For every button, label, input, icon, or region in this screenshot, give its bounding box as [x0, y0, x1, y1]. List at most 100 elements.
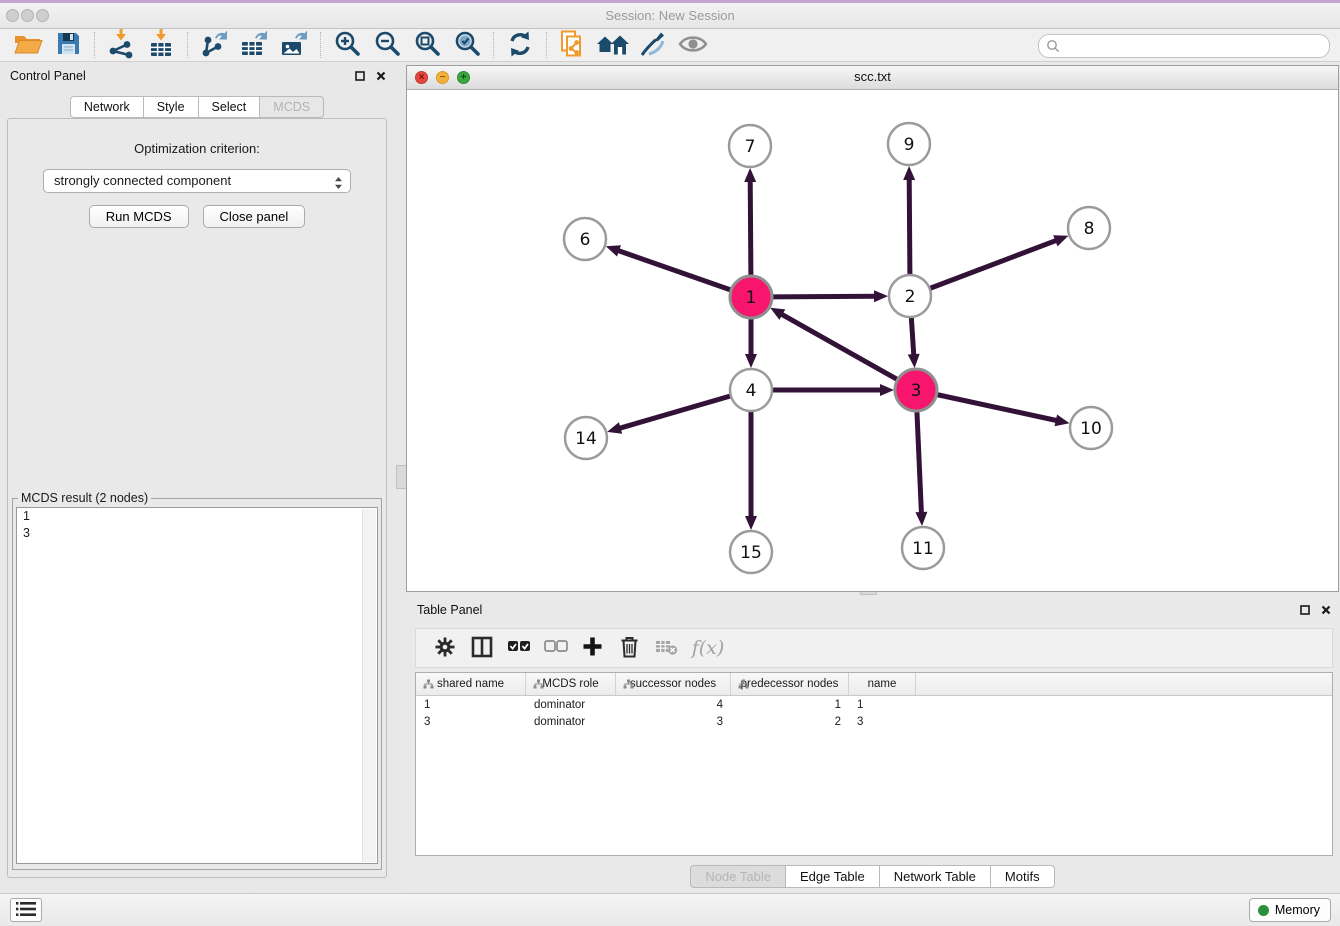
criterion-select[interactable]: strongly connected component: [43, 169, 351, 193]
export-table-button[interactable]: [234, 30, 274, 60]
column-header-shared-name[interactable]: shared name: [416, 673, 526, 695]
control-panel: Control Panel NetworkStyleSelectMCDS Opt…: [0, 62, 394, 894]
node-table-body: 1dominator4113dominator323: [416, 696, 1332, 730]
graph-node-14[interactable]: 14: [565, 417, 607, 459]
graph-node-6[interactable]: 6: [564, 218, 606, 260]
graph-node-15[interactable]: 15: [730, 531, 772, 573]
run-mcds-button[interactable]: Run MCDS: [89, 205, 189, 228]
graph-edge-2-8[interactable]: [930, 240, 1059, 289]
table-settings-button[interactable]: [426, 631, 463, 665]
column-header-predecessor-nodes[interactable]: predecessor nodes: [731, 673, 849, 695]
network-maximize-button[interactable]: +: [457, 71, 470, 84]
table-cell: 3: [849, 716, 916, 728]
result-scrollbar[interactable]: [362, 509, 376, 862]
magnifier-fit-icon: [412, 29, 442, 62]
graph-edge-3-1[interactable]: [780, 313, 898, 380]
graph-edge-3-11[interactable]: [917, 411, 922, 515]
mcds-result-title: MCDS result (2 nodes): [18, 491, 151, 505]
column-label: MCDS role: [542, 678, 598, 690]
tab-select[interactable]: Select: [199, 96, 261, 118]
close-panel-inner-button[interactable]: Close panel: [203, 205, 306, 228]
graph-node-11[interactable]: 11: [902, 527, 944, 569]
close-panel-button[interactable]: [373, 68, 389, 84]
control-panel-header: Control Panel: [0, 62, 394, 90]
apply-style-button[interactable]: [633, 30, 673, 60]
zoom-selected-button[interactable]: [447, 30, 487, 60]
tab-style[interactable]: Style: [144, 96, 199, 118]
add-column-button[interactable]: [574, 631, 611, 665]
graph-edge-1-6[interactable]: [616, 250, 731, 290]
graph-node-3[interactable]: 3: [895, 369, 937, 411]
mcds-result-group: MCDS result (2 nodes) 13: [12, 491, 382, 870]
table-row[interactable]: 1dominator411: [416, 696, 1332, 713]
tab-node-table[interactable]: Node Table: [690, 865, 786, 888]
table-float-button[interactable]: [1297, 602, 1313, 618]
graph-edge-4-14[interactable]: [618, 396, 731, 429]
column-header-name[interactable]: name: [849, 673, 916, 695]
home-button[interactable]: [593, 30, 633, 60]
column-header-mcds-role[interactable]: MCDS role: [526, 673, 616, 695]
memory-button[interactable]: Memory: [1249, 898, 1331, 922]
deselect-all-rows-button[interactable]: [537, 631, 574, 665]
graph-node-4[interactable]: 4: [730, 369, 772, 411]
graph-node-1[interactable]: 1: [730, 276, 772, 318]
table-row[interactable]: 3dominator323: [416, 713, 1332, 730]
zoom-window-button[interactable]: [36, 9, 49, 22]
tab-edge-table[interactable]: Edge Table: [786, 865, 880, 888]
column-label: successor nodes: [630, 678, 716, 690]
tree-icon: [623, 679, 634, 693]
search-input[interactable]: [1065, 36, 1319, 56]
select-all-rows-button[interactable]: [500, 631, 537, 665]
table-cell: 3: [416, 716, 526, 728]
network-from-file-button[interactable]: [553, 30, 593, 60]
import-table-button[interactable]: [141, 30, 181, 60]
open-session-button[interactable]: [8, 30, 48, 60]
zoom-in-button[interactable]: [327, 30, 367, 60]
table-close-button[interactable]: [1318, 602, 1334, 618]
search-icon: [1046, 39, 1060, 58]
refresh-view-button[interactable]: [500, 30, 540, 60]
toolbar-separator: [94, 32, 95, 58]
graph-edge-2-9[interactable]: [909, 177, 910, 275]
memory-label: Memory: [1275, 903, 1320, 917]
tab-network[interactable]: Network: [70, 96, 144, 118]
show-hide-graphics-button[interactable]: [673, 30, 713, 60]
column-header-successor-nodes[interactable]: successor nodes: [616, 673, 731, 695]
delete-column-button[interactable]: [611, 631, 648, 665]
graph-node-8[interactable]: 8: [1068, 207, 1110, 249]
graph-edge-1-2[interactable]: [772, 296, 877, 297]
close-window-button[interactable]: [6, 9, 19, 22]
graph-edge-3-10[interactable]: [937, 395, 1059, 422]
delete-table-button[interactable]: [648, 631, 685, 665]
tab-mcds[interactable]: MCDS: [260, 96, 324, 118]
network-minimize-button[interactable]: −: [436, 71, 449, 84]
graph-edge-arrowhead: [745, 516, 757, 530]
minimize-window-button[interactable]: [21, 9, 34, 22]
network-window-titlebar[interactable]: × − + scc.txt: [407, 66, 1338, 90]
tab-network-table[interactable]: Network Table: [880, 865, 991, 888]
graph-node-2[interactable]: 2: [889, 275, 931, 317]
toolbar-separator: [320, 32, 321, 58]
import-network-button[interactable]: [101, 30, 141, 60]
mcds-tab-content: Optimization criterion: strongly connect…: [7, 118, 387, 878]
graph-node-9[interactable]: 9: [888, 123, 930, 165]
tab-motifs[interactable]: Motifs: [991, 865, 1055, 888]
network-close-button[interactable]: ×: [415, 71, 428, 84]
float-panel-button[interactable]: [352, 68, 368, 84]
zoom-out-button[interactable]: [367, 30, 407, 60]
graph-edge-2-3[interactable]: [911, 317, 914, 357]
network-graph[interactable]: 7 9 6 8 1 2 4 3 14 10 15 11: [407, 89, 1338, 591]
graph-node-7[interactable]: 7: [729, 125, 771, 167]
graph-edge-1-7[interactable]: [750, 179, 751, 276]
float-icon: [355, 71, 365, 81]
graph-node-10[interactable]: 10: [1070, 407, 1112, 449]
save-session-button[interactable]: [48, 30, 88, 60]
zoom-fit-button[interactable]: [407, 30, 447, 60]
column-label: predecessor nodes: [741, 678, 839, 690]
export-network-button[interactable]: [194, 30, 234, 60]
task-history-button[interactable]: [10, 898, 42, 922]
show-column-panel-button[interactable]: [463, 631, 500, 665]
function-builder-button[interactable]: f(x): [685, 631, 731, 665]
mcds-result-list[interactable]: 13: [16, 507, 378, 864]
export-image-button[interactable]: [274, 30, 314, 60]
